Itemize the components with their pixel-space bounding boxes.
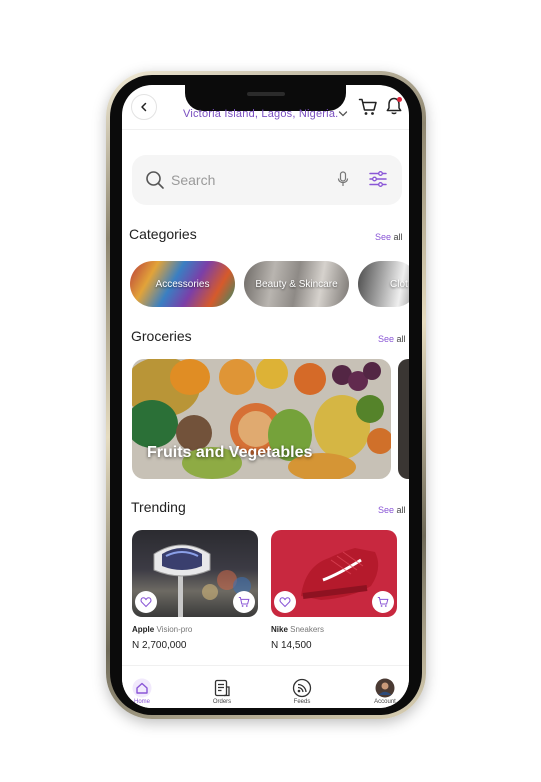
heart-icon — [140, 597, 152, 608]
product-card[interactable]: Apple Vision-pro N 2,700,000 — [132, 530, 258, 651]
avatar — [375, 678, 395, 698]
category-beauty-skincare[interactable]: Beauty & Skincare — [244, 261, 349, 307]
product-model: Vision-pro — [156, 625, 193, 634]
orders-icon — [214, 679, 230, 697]
cart-icon — [238, 597, 250, 607]
product-price: N 14,500 — [271, 640, 312, 651]
tab-home[interactable]: Home — [122, 678, 172, 705]
bottom-tab-bar: Home Orders Feeds Account — [122, 665, 409, 708]
speaker-grille — [247, 92, 285, 96]
tab-label: Account — [374, 699, 396, 705]
see-all-prefix: See — [375, 232, 392, 242]
see-all-suffix: all — [396, 334, 406, 344]
trending-see-all[interactable]: See all — [378, 505, 406, 515]
tab-feeds[interactable]: Feeds — [272, 678, 332, 705]
tab-label: Home — [133, 699, 150, 705]
next-banner-peek[interactable] — [398, 359, 409, 479]
see-all-prefix: See — [378, 334, 395, 344]
groceries-see-all[interactable]: See all — [378, 334, 406, 344]
home-icon — [132, 678, 152, 698]
app-screen: Victoria Island, Lagos, Nigeria. Categor… — [122, 85, 409, 708]
header-divider — [122, 129, 409, 130]
categories-title: Categories — [129, 226, 197, 242]
categories-see-all[interactable]: See all — [375, 232, 403, 242]
fruits-vegetables-banner[interactable]: Fruits and Vegetables — [132, 359, 391, 479]
product-brand: Apple — [132, 625, 155, 634]
see-all-prefix: See — [378, 505, 395, 515]
tab-account[interactable]: Account — [355, 678, 409, 705]
product-image — [132, 530, 258, 617]
see-all-suffix: all — [393, 232, 403, 242]
product-name: Apple Vision-pro — [132, 625, 192, 634]
favorite-button[interactable] — [135, 591, 157, 613]
category-clothing[interactable]: Clot — [358, 261, 409, 307]
category-label: Beauty & Skincare — [255, 278, 338, 290]
trending-title: Trending — [131, 499, 186, 515]
product-image — [271, 530, 397, 617]
see-all-suffix: all — [396, 505, 406, 515]
search-icon — [146, 171, 164, 189]
mic-icon[interactable] — [337, 171, 349, 187]
cart-icon — [377, 597, 389, 607]
groceries-title: Groceries — [131, 328, 192, 344]
back-arrow-icon — [141, 102, 147, 112]
filter-icon[interactable] — [369, 170, 387, 188]
add-to-cart-button[interactable] — [372, 591, 394, 613]
tab-orders[interactable]: Orders — [192, 678, 252, 705]
product-name: Nike Sneakers — [271, 625, 324, 634]
notification-badge — [397, 97, 402, 102]
heart-icon — [279, 597, 291, 608]
back-button[interactable] — [131, 94, 157, 120]
search-input[interactable] — [171, 169, 331, 191]
cart-icon[interactable] — [358, 97, 378, 117]
category-label: Accessories — [155, 278, 210, 290]
tab-label: Orders — [212, 699, 232, 705]
product-price: N 2,700,000 — [132, 640, 187, 651]
location-label[interactable]: Victoria Island, Lagos, Nigeria. — [183, 108, 338, 120]
category-label: Clot — [390, 278, 408, 290]
tab-label: Feeds — [293, 699, 311, 705]
product-brand: Nike — [271, 625, 288, 634]
banner-label: Fruits and Vegetables — [147, 444, 313, 461]
favorite-button[interactable] — [274, 591, 296, 613]
product-model: Sneakers — [290, 625, 324, 634]
chevron-down-icon[interactable] — [338, 110, 348, 118]
add-to-cart-button[interactable] — [233, 591, 255, 613]
feeds-icon — [292, 678, 312, 698]
product-card[interactable]: Nike Sneakers N 14,500 — [271, 530, 397, 651]
category-accessories[interactable]: Accessories — [130, 261, 235, 307]
search-bar[interactable] — [132, 155, 402, 205]
